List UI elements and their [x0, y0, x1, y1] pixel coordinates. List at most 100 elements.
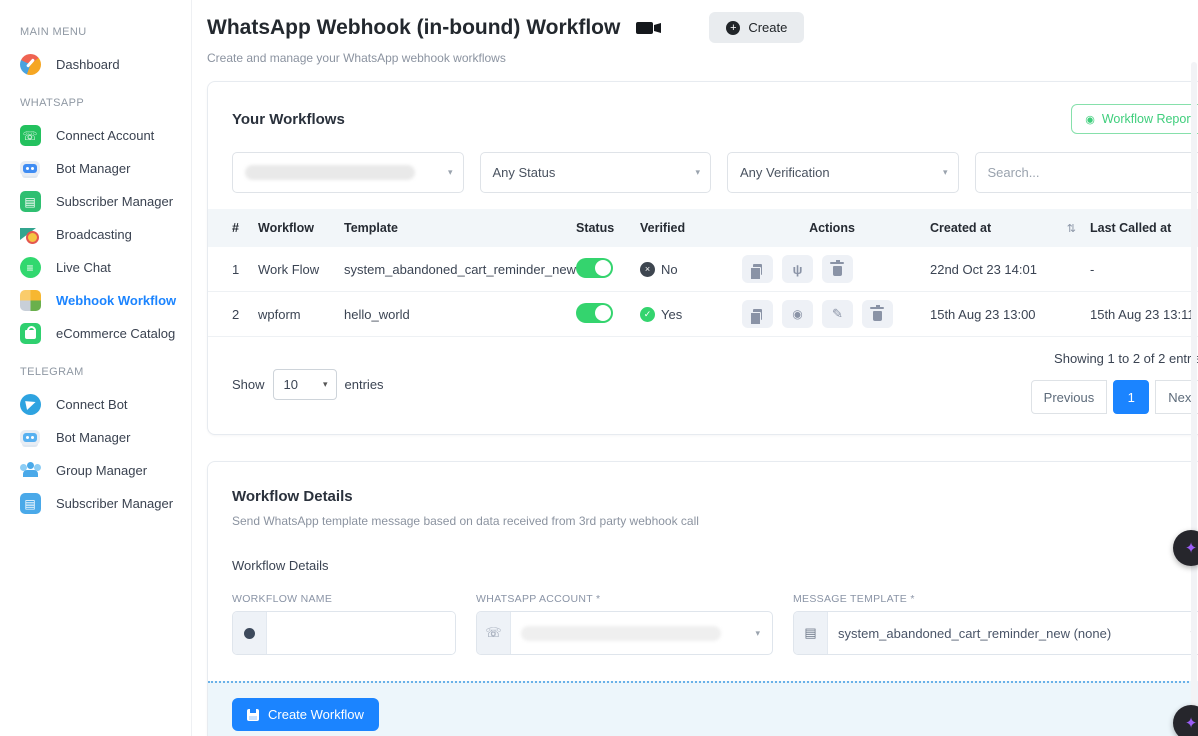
- workflows-card: Your Workflows ◉ Workflow Report ▾ Any S…: [207, 81, 1198, 435]
- copy-icon: [753, 309, 762, 320]
- verified-no-icon: ×: [640, 262, 655, 277]
- chevron-down-icon: ▾: [943, 167, 948, 178]
- created-at: 15th Aug 23 13:00: [930, 307, 1090, 322]
- trash-action-button[interactable]: [822, 255, 853, 283]
- sort-icon[interactable]: ⇅: [1067, 222, 1076, 235]
- whatsapp-icon: [477, 612, 511, 654]
- account-filter-select[interactable]: ▾: [232, 152, 464, 193]
- sidebar-item-subscriber-manager[interactable]: Subscriber Manager: [18, 185, 191, 218]
- sidebar-item-label: Subscriber Manager: [56, 194, 173, 209]
- created-at: 22nd Oct 23 14:01: [930, 262, 1090, 277]
- details-card-footer: Create Workflow: [208, 681, 1198, 736]
- workflow-name-input[interactable]: [267, 612, 456, 654]
- details-card-title: Workflow Details: [232, 488, 1198, 505]
- workflow-report-label: Workflow Report: [1102, 112, 1194, 126]
- search-input[interactable]: [975, 152, 1198, 193]
- verification-filter-select[interactable]: Any Verification ▾: [727, 152, 959, 193]
- table-row: 1 Work Flow system_abandoned_cart_remind…: [208, 247, 1198, 292]
- col-verified: Verified: [640, 221, 734, 235]
- table-footer: Show 10 ▾ entries Showing 1 to 2 of 2 en…: [208, 337, 1198, 434]
- page-size-select[interactable]: 10 ▾: [273, 369, 337, 400]
- sidebar-item-ecommerce-catalog[interactable]: eCommerce Catalog: [18, 317, 191, 350]
- sidebar-section-header: TELEGRAM: [20, 366, 191, 378]
- create-button[interactable]: + Create: [709, 12, 804, 43]
- col-created[interactable]: Created at ⇅: [930, 221, 1090, 235]
- actions-cell: [734, 300, 930, 328]
- sidebar-item-label: Broadcasting: [56, 227, 132, 242]
- sidebar-item-connect-bot[interactable]: Connect Bot: [18, 388, 191, 421]
- robot-tg-icon: [18, 426, 42, 450]
- details-card-subtitle: Send WhatsApp template message based on …: [232, 514, 1198, 528]
- workflow-name: Work Flow: [258, 262, 344, 277]
- sidebar-item-webhook-workflow[interactable]: Webhook Workflow: [18, 284, 191, 317]
- eye-action-button[interactable]: [782, 300, 813, 328]
- plus-icon: +: [726, 21, 740, 35]
- last-called-at: -: [1090, 262, 1198, 277]
- template-name: hello_world: [344, 307, 576, 322]
- workflows-card-title: Your Workflows: [232, 111, 345, 128]
- workflow-details-card: Workflow Details Send WhatsApp template …: [207, 461, 1198, 736]
- sidebar-item-bot-manager[interactable]: Bot Manager: [18, 152, 191, 185]
- previous-page-button[interactable]: Previous: [1031, 380, 1108, 414]
- plug-action-button[interactable]: [782, 255, 813, 283]
- edit-action-button[interactable]: [822, 300, 853, 328]
- sidebar: MAIN MENUDashboardWHATSAPPConnect Accoun…: [0, 0, 192, 736]
- col-status: Status: [576, 221, 640, 235]
- video-tutorial-icon[interactable]: [636, 22, 653, 34]
- workflow-name-label: WORKFLOW NAME: [232, 593, 456, 605]
- sidebar-item-bot-manager[interactable]: Bot Manager: [18, 421, 191, 454]
- copy-action-button[interactable]: [742, 300, 773, 328]
- chevron-down-icon: ▾: [323, 379, 328, 390]
- page-1-button[interactable]: 1: [1113, 380, 1149, 414]
- message-template-value: system_abandoned_cart_reminder_new (none…: [828, 612, 1190, 654]
- sidebar-item-label: eCommerce Catalog: [56, 326, 175, 341]
- edit-icon: [832, 306, 843, 322]
- trash-icon: [833, 266, 842, 276]
- status-filter-select[interactable]: Any Status ▾: [480, 152, 712, 193]
- table-body: 1 Work Flow system_abandoned_cart_remind…: [208, 247, 1198, 337]
- sidebar-item-broadcasting[interactable]: Broadcasting: [18, 218, 191, 251]
- page-title: WhatsApp Webhook (in-bound) Workflow: [207, 16, 620, 40]
- sidebar-item-label: Subscriber Manager: [56, 496, 173, 511]
- plug-icon: [793, 262, 803, 277]
- filters-row: ▾ Any Status ▾ Any Verification ▾: [208, 148, 1198, 209]
- sidebar-section-header: WHATSAPP: [20, 97, 191, 109]
- subs-tg-icon: [18, 492, 42, 516]
- status-toggle[interactable]: [576, 303, 613, 323]
- message-template-select[interactable]: system_abandoned_cart_reminder_new (none…: [793, 611, 1198, 655]
- sidebar-item-group-manager[interactable]: Group Manager: [18, 454, 191, 487]
- workflow-form: WORKFLOW NAME WHATSAPP ACCOUNT * ▾: [232, 593, 1198, 681]
- copy-action-button[interactable]: [742, 255, 773, 283]
- sidebar-item-subscriber-manager[interactable]: Subscriber Manager: [18, 487, 191, 520]
- chat-icon: [18, 256, 42, 280]
- page-subtitle: Create and manage your WhatsApp webhook …: [207, 51, 1198, 65]
- sidebar-item-connect-account[interactable]: Connect Account: [18, 119, 191, 152]
- redacted-whatsapp-account: [521, 626, 721, 641]
- eye-icon: ◉: [1085, 113, 1095, 126]
- sidebar-item-label: Connect Account: [56, 128, 154, 143]
- chevron-down-icon: ▾: [448, 167, 453, 178]
- sidebar-item-label: Connect Bot: [56, 397, 128, 412]
- last-called-at: 15th Aug 23 13:11: [1090, 307, 1198, 322]
- whatsapp-account-select[interactable]: ▾: [476, 611, 773, 655]
- col-template: Template: [344, 221, 576, 235]
- scrollbar[interactable]: [1191, 62, 1197, 736]
- status-toggle[interactable]: [576, 258, 613, 278]
- showing-summary: Showing 1 to 2 of 2 entries: [1054, 351, 1198, 366]
- subs-wa-icon: [18, 190, 42, 214]
- chevron-down-icon: ▾: [695, 167, 700, 178]
- sidebar-item-label: Bot Manager: [56, 430, 130, 445]
- verified-cell: ×No: [640, 262, 734, 277]
- broadcast-icon: [18, 223, 42, 247]
- puzzle-icon: [18, 289, 42, 313]
- verified-cell: ✓Yes: [640, 307, 734, 322]
- sidebar-item-dashboard[interactable]: Dashboard: [18, 48, 191, 81]
- col-workflow: Workflow: [258, 221, 344, 235]
- create-workflow-button[interactable]: Create Workflow: [232, 698, 379, 731]
- workflow-report-button[interactable]: ◉ Workflow Report: [1071, 104, 1198, 134]
- trash-action-button[interactable]: [862, 300, 893, 328]
- sidebar-item-live-chat[interactable]: Live Chat: [18, 251, 191, 284]
- table-row: 2 wpform hello_world ✓Yes 15th Aug 23 13…: [208, 292, 1198, 337]
- save-icon: [247, 709, 259, 721]
- redacted-account-value: [245, 165, 415, 180]
